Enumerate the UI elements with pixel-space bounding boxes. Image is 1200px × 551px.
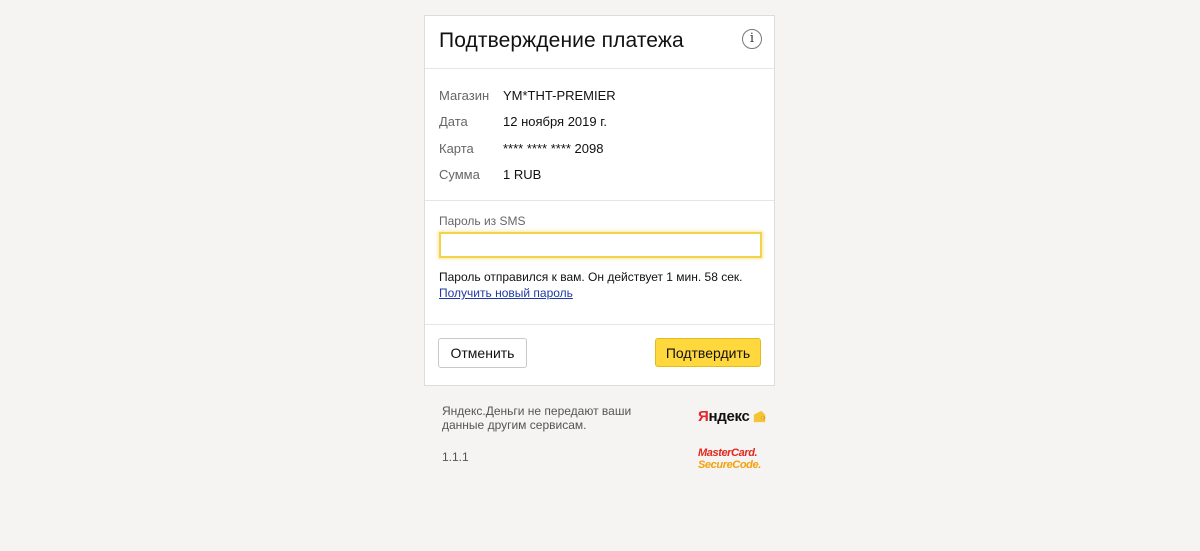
detail-value: 12 ноября 2019 г.	[503, 114, 607, 130]
sms-password-input[interactable]	[439, 232, 762, 258]
payment-details: Магазин YM*THT-PREMIER Дата 12 ноября 20…	[425, 69, 774, 201]
wallet-icon	[753, 410, 765, 423]
detail-label: Дата	[439, 114, 468, 130]
detail-row-card: Карта **** **** **** 2098	[439, 135, 760, 162]
sms-password-label: Пароль из SMS	[439, 214, 526, 228]
detail-label: Сумма	[439, 167, 480, 183]
sms-timer-note: Пароль отправился к вам. Он действует 1 …	[439, 270, 743, 284]
yandex-logo-first-letter: Я	[698, 408, 709, 425]
page-title: Подтверждение платежа	[439, 29, 684, 52]
confirm-button[interactable]: Подтвердить	[655, 338, 761, 367]
detail-value: **** **** **** 2098	[503, 140, 604, 156]
detail-label: Магазин	[439, 87, 490, 103]
detail-value: YM*THT-PREMIER	[503, 87, 616, 103]
detail-row-date: Дата 12 ноября 2019 г.	[439, 109, 760, 136]
privacy-note: Яндекс.Деньги не передают ваши данные др…	[442, 404, 632, 432]
action-bar: Отменить Подтвердить	[425, 325, 774, 386]
mastercard-logo-line2: SecureCode.	[698, 459, 761, 471]
info-icon[interactable]: i	[742, 29, 762, 49]
detail-value: 1 RUB	[503, 167, 542, 183]
detail-row-amount: Сумма 1 RUB	[439, 162, 760, 189]
cancel-button[interactable]: Отменить	[438, 338, 527, 368]
mastercard-securecode-logo: MasterCard. SecureCode.	[698, 447, 761, 471]
yandex-logo-rest: ндекс	[708, 408, 750, 425]
sms-section: Пароль из SMS Пароль отправился к вам. О…	[425, 201, 774, 325]
version-label: 1.1.1	[442, 450, 469, 464]
yandex-logo-text: Яндекс	[698, 408, 750, 425]
detail-row-store: Магазин YM*THT-PREMIER	[439, 82, 760, 109]
card-header: Подтверждение платежа i	[425, 16, 774, 69]
mastercard-logo-line1: MasterCard.	[698, 447, 758, 459]
resend-password-link[interactable]: Получить новый пароль	[439, 286, 573, 300]
yandex-logo: Яндекс	[698, 408, 767, 425]
payment-confirmation-card: Подтверждение платежа i Магазин YM*THT-P…	[424, 15, 775, 386]
detail-label: Карта	[439, 140, 474, 156]
